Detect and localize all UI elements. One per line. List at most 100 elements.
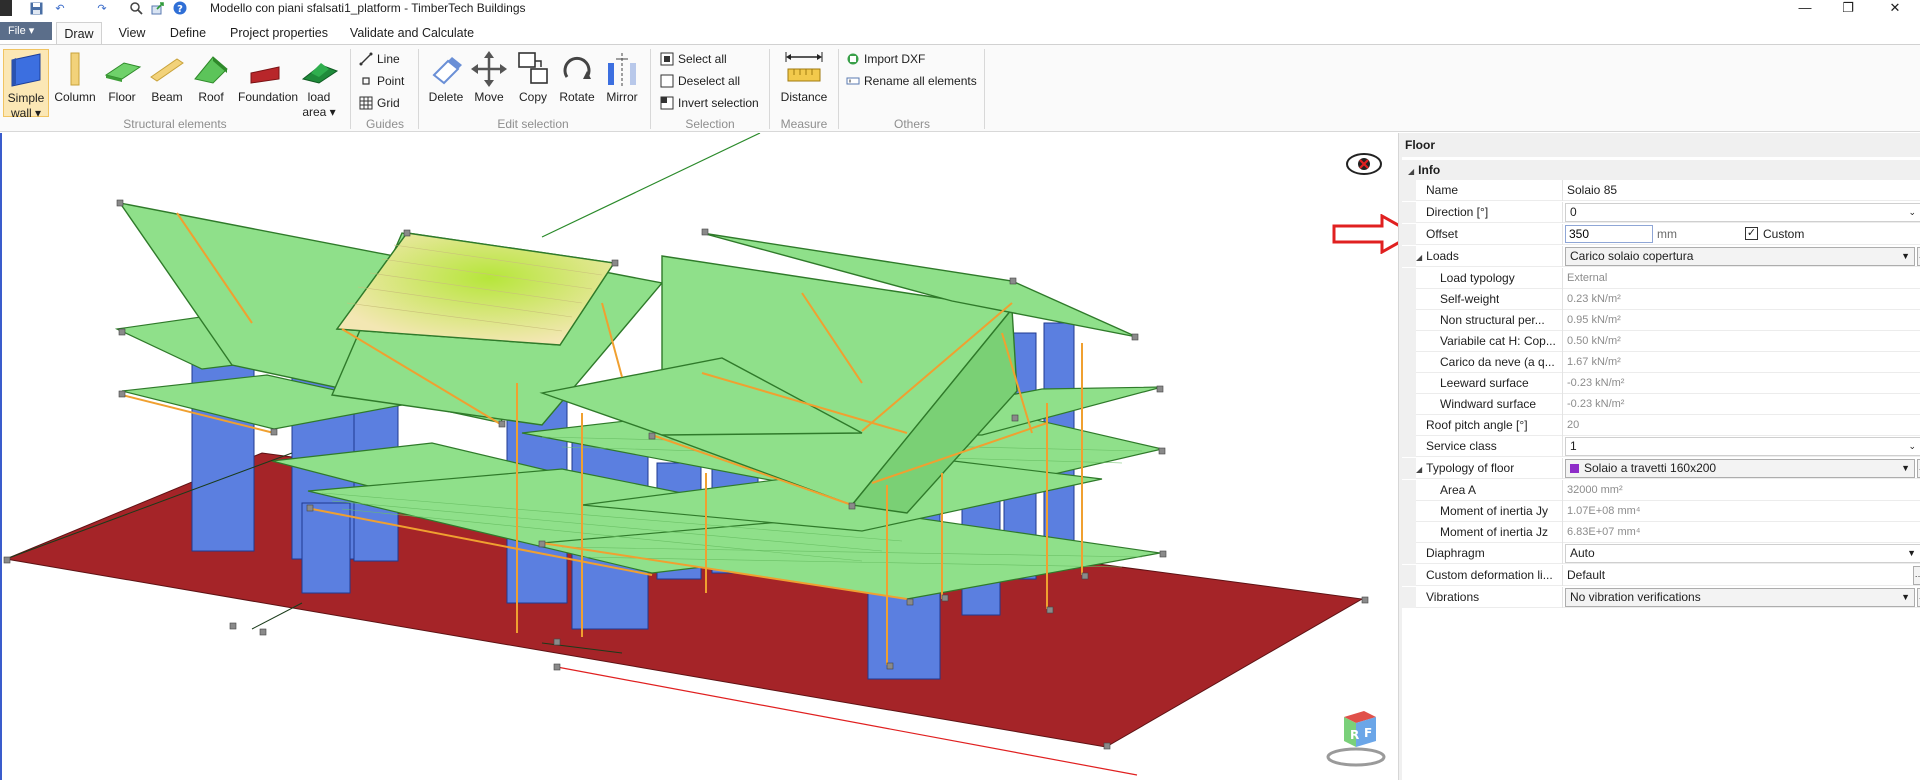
group-label-measure: Measure — [780, 117, 828, 131]
load-area-button[interactable]: load area ▾ — [296, 49, 342, 119]
redo-icon[interactable]: ↷ — [94, 0, 110, 16]
load-area-icon — [301, 63, 339, 84]
direction-dropdown[interactable]: 0 ⌄ — [1562, 202, 1920, 223]
maximize-button[interactable]: ❐ — [1828, 0, 1868, 16]
column-icon — [70, 52, 80, 86]
visibility-toggle-icon[interactable] — [1345, 151, 1383, 177]
load-area-label-line2: area ▾ — [302, 105, 336, 119]
roof-label: Roof — [198, 90, 224, 104]
import-dxf-label: Import DXF — [864, 52, 926, 66]
building-model-3d[interactable] — [2, 133, 1398, 780]
prop-row-direction: Direction [°] 0 ⌄ — [1402, 202, 1920, 223]
prop-row-roof-pitch: Roof pitch angle [°] 20 — [1402, 415, 1920, 436]
service-class-dropdown[interactable]: 1 ⌄ — [1562, 436, 1920, 457]
prop-row-diaphragm: Diaphragm Auto ▼ — [1402, 543, 1920, 564]
deselect-all-button[interactable]: Deselect all — [660, 71, 740, 91]
rotate-button[interactable]: Rotate — [554, 49, 600, 119]
prop-label: Vibrations — [1426, 590, 1480, 604]
prop-label: Custom deformation li... — [1426, 568, 1553, 582]
collapse-icon[interactable]: ◢ — [1416, 459, 1422, 479]
prop-row-typology: ◢ Typology of floor Solaio a travetti 160… — [1402, 458, 1920, 479]
invert-selection-button[interactable]: Invert selection — [660, 93, 759, 113]
search-icon[interactable] — [128, 0, 144, 16]
move-label: Move — [474, 90, 504, 104]
custom-deformation-value[interactable]: Default — [1567, 568, 1605, 582]
foundation-icon — [250, 66, 280, 84]
tab-project-properties[interactable]: Project properties — [226, 22, 332, 44]
group-label-structural-elements: Structural elements — [123, 117, 227, 131]
help-icon[interactable]: ? — [172, 0, 188, 16]
collapse-icon[interactable]: ◢ — [1416, 247, 1422, 267]
guide-line-button[interactable]: Line — [359, 49, 400, 69]
move-button[interactable]: Move — [466, 49, 512, 119]
service-class-value: 1 — [1570, 439, 1577, 453]
undo-icon[interactable]: ↶ — [52, 0, 68, 16]
prop-row-custom-deformation: Custom deformation li... Default … — [1402, 565, 1920, 586]
mirror-label: Mirror — [606, 90, 638, 104]
prop-label: Non structural per... — [1440, 313, 1545, 327]
save-icon[interactable] — [28, 0, 44, 16]
offset-input[interactable] — [1565, 225, 1653, 243]
diaphragm-dropdown[interactable]: Auto ▼ — [1562, 543, 1920, 564]
tab-validate-and-calculate[interactable]: Validate and Calculate — [346, 22, 478, 44]
foundation-button[interactable]: Foundation — [238, 49, 298, 119]
view-cube-face-letter: R — [1350, 728, 1359, 742]
wall-icon — [11, 53, 41, 87]
view-cube-icon[interactable]: R F — [1324, 703, 1388, 769]
file-menu-tab[interactable]: File ▾ — [0, 22, 52, 40]
prop-label: Load typology — [1440, 271, 1515, 285]
floor-button[interactable]: Floor — [99, 49, 145, 119]
custom-deformation-edit-button[interactable]: … — [1913, 566, 1920, 585]
prop-label: Self-weight — [1440, 292, 1500, 306]
direction-value: 0 — [1570, 205, 1577, 219]
prop-row-leeward: Leeward surface -0.23 kN/m² — [1402, 373, 1920, 394]
prop-label: Service class — [1426, 439, 1497, 453]
group-label-edit-selection: Edit selection — [497, 117, 569, 131]
prop-label: Area A — [1440, 483, 1477, 497]
move-arrows-icon — [471, 51, 507, 87]
import-dxf-button[interactable]: Import DXF — [846, 49, 925, 69]
tab-define[interactable]: Define — [164, 22, 212, 44]
ribbon-separator — [984, 49, 985, 129]
custom-checkbox-label: Custom — [1763, 227, 1805, 241]
vibrations-dropdown[interactable]: No vibration verifications ▼ — [1565, 588, 1915, 607]
simple-wall-button[interactable]: Simple wall ▾ — [3, 49, 49, 120]
simple-wall-label-line2: wall ▾ — [10, 106, 42, 120]
group-label-guides: Guides — [365, 117, 405, 131]
rotate-icon — [563, 56, 591, 79]
minimize-button[interactable]: — — [1785, 0, 1825, 16]
mirror-button[interactable]: Mirror — [599, 49, 645, 119]
tab-view[interactable]: View — [112, 22, 152, 44]
typology-dropdown[interactable]: Solaio a travetti 160x200 ▼ — [1565, 459, 1915, 478]
prop-row-variabile: Variabile cat H: Cop... 0.50 kN/m² — [1402, 331, 1920, 352]
prop-row-vibrations: Vibrations No vibration verifications▼ … — [1402, 587, 1920, 608]
prop-label: Roof pitch angle [°] — [1426, 418, 1528, 432]
column-button[interactable]: Column — [52, 49, 98, 119]
copy-button[interactable]: Copy — [510, 49, 556, 119]
tab-draw[interactable]: Draw — [56, 22, 102, 45]
distance-button[interactable]: Distance — [776, 49, 832, 119]
guide-point-button[interactable]: Point — [359, 71, 404, 91]
loads-dropdown[interactable]: Carico solaio copertura ▼ — [1565, 247, 1915, 266]
app-icon[interactable] — [0, 0, 12, 16]
select-all-label: Select all — [678, 52, 727, 66]
model-viewport[interactable]: R F — [0, 133, 1398, 780]
rename-icon — [846, 77, 860, 85]
load-area-label-line1: load — [307, 90, 331, 104]
ribbon-panel: Simple wall ▾ Column Floor Beam Roof Fou… — [0, 44, 1920, 132]
category-info[interactable]: ◢ Info — [1402, 160, 1920, 180]
grid-guide-icon — [359, 96, 373, 110]
custom-checkbox[interactable]: ✓ — [1745, 227, 1758, 240]
svg-text:?: ? — [177, 4, 183, 15]
rotate-label: Rotate — [559, 90, 595, 104]
name-field[interactable]: Solaio 85 — [1562, 180, 1920, 201]
rename-all-elements-button[interactable]: Rename all elements — [846, 71, 977, 91]
delete-button[interactable]: Delete — [423, 49, 469, 119]
close-button[interactable]: ✕ — [1875, 0, 1915, 16]
roof-button[interactable]: Roof — [188, 49, 234, 119]
select-all-button[interactable]: Select all — [660, 49, 727, 69]
beam-button[interactable]: Beam — [144, 49, 190, 119]
properties-panel: Floor ◢ Info Name Solaio 85 Direction [°]… — [1402, 133, 1920, 780]
guide-grid-button[interactable]: Grid — [359, 93, 400, 113]
export-icon[interactable] — [150, 0, 166, 16]
